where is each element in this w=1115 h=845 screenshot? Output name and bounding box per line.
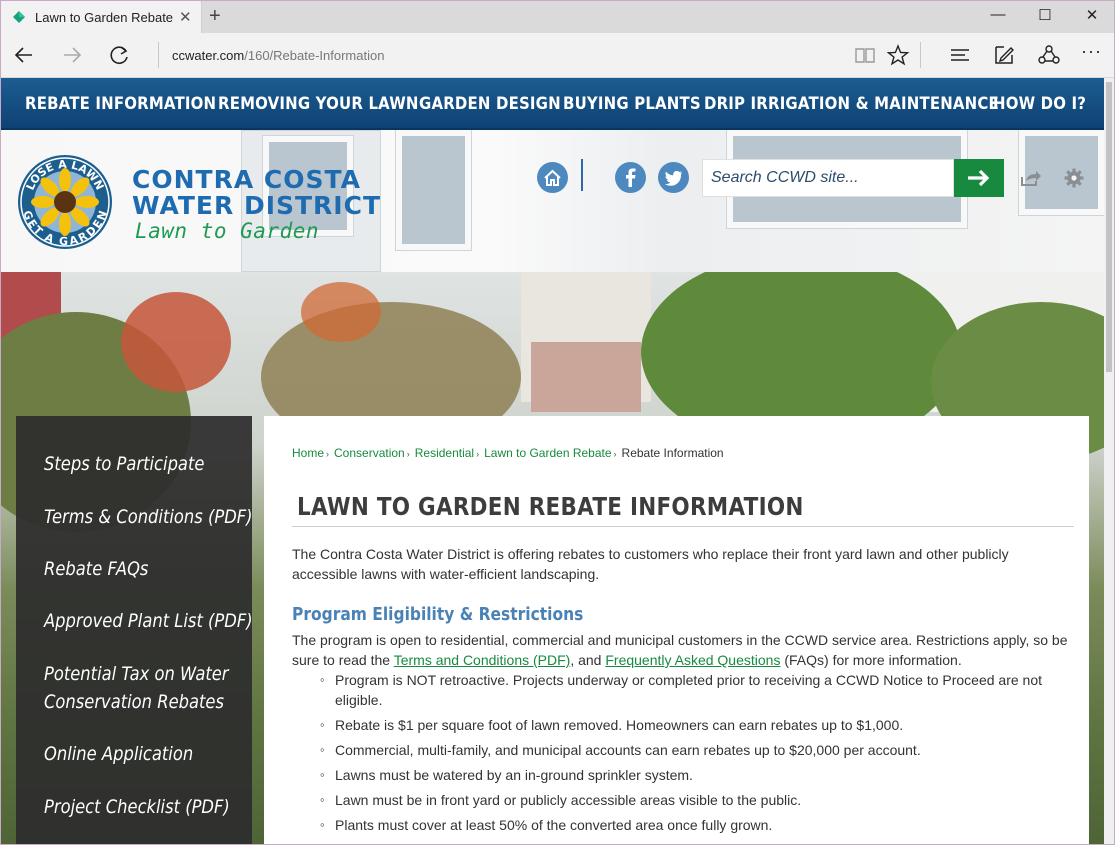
list-item: Commercial, multi-family, and municipal … bbox=[320, 740, 1080, 760]
sidebar-menu: Steps to Participate Terms & Conditions … bbox=[16, 416, 253, 844]
list-item: Lawns must be watered by an in-ground sp… bbox=[320, 765, 1080, 785]
address-bar: ccwater.com/160/Rebate-Information ··· bbox=[1, 33, 1114, 78]
sidebar-item-application[interactable]: Online Application bbox=[44, 740, 193, 768]
top-navigation: REBATE INFORMATION REMOVING YOUR LAWN GA… bbox=[1, 78, 1104, 130]
nav-drip-irrigation[interactable]: DRIP IRRIGATION & MAINTENANCE bbox=[704, 94, 999, 114]
maximize-icon[interactable]: ☐ bbox=[1035, 6, 1055, 26]
close-window-icon[interactable]: ✕ bbox=[1082, 6, 1102, 26]
tab-title: Lawn to Garden Rebate bbox=[35, 10, 174, 25]
header-divider bbox=[581, 159, 583, 191]
nav-garden-design[interactable]: GARDEN DESIGN bbox=[419, 94, 561, 114]
nav-rebate-information[interactable]: REBATE INFORMATION bbox=[25, 94, 216, 114]
arrow-right-icon bbox=[968, 169, 990, 187]
lose-a-lawn-logo: LOSE A LAWN GET A GARDEN bbox=[18, 155, 112, 249]
search-submit-button[interactable] bbox=[954, 159, 1004, 197]
sidebar-item-faqs[interactable]: Rebate FAQs bbox=[44, 555, 148, 583]
favicon-icon bbox=[13, 11, 25, 23]
breadcrumb-current: Rebate Information bbox=[621, 446, 724, 460]
forward-icon[interactable] bbox=[59, 43, 85, 67]
breadcrumb-separator: › bbox=[613, 449, 617, 459]
site-search-box bbox=[702, 159, 954, 197]
url-field[interactable]: ccwater.com/160/Rebate-Information bbox=[172, 48, 384, 63]
breadcrumb-conservation[interactable]: Conservation bbox=[334, 446, 405, 460]
close-tab-icon[interactable]: ✕ bbox=[179, 8, 192, 26]
title-divider bbox=[292, 526, 1074, 527]
breadcrumb-separator: › bbox=[406, 449, 410, 459]
more-icon[interactable]: ··· bbox=[1081, 41, 1105, 63]
home-icon[interactable] bbox=[537, 162, 568, 193]
browser-window: Lawn to Garden Rebate ✕ + — ☐ ✕ ccwater.… bbox=[0, 0, 1115, 845]
breadcrumb-home[interactable]: Home bbox=[292, 446, 324, 460]
faq-link[interactable]: Frequently Asked Questions bbox=[605, 652, 780, 668]
favorite-star-icon[interactable] bbox=[886, 44, 910, 66]
org-name-line2: WATER DISTRICT bbox=[132, 191, 382, 220]
back-icon[interactable] bbox=[11, 43, 37, 67]
eligibility-text: , and bbox=[570, 652, 606, 668]
new-tab-icon[interactable]: + bbox=[209, 5, 221, 28]
site-search-input[interactable] bbox=[711, 160, 951, 196]
terms-conditions-link[interactable]: Terms and Conditions (PDF) bbox=[394, 652, 571, 668]
gear-icon[interactable] bbox=[1064, 168, 1084, 188]
web-page: REBATE INFORMATION REMOVING YOUR LAWN GA… bbox=[1, 78, 1104, 844]
nav-removing-your-lawn[interactable]: REMOVING YOUR LAWN bbox=[218, 94, 419, 114]
photo-flowers bbox=[121, 292, 231, 392]
breadcrumb-separator: › bbox=[476, 449, 480, 459]
list-item: Program is NOT retroactive. Projects und… bbox=[320, 670, 1080, 710]
intro-paragraph: The Contra Costa Water District is offer… bbox=[292, 546, 1009, 582]
eligibility-paragraph: The program is open to residential, comm… bbox=[292, 630, 1074, 670]
list-item: Plants must cover at least 50% of the co… bbox=[320, 815, 1080, 835]
page-title: LAWN TO GARDEN REBATE INFORMATION bbox=[297, 492, 804, 521]
main-content: Home › Conservation › Residential › Lawn to Ga… bbox=[264, 416, 1089, 844]
site-header: LOSE A LAWN GET A GARDEN CONTRA COSTA WA… bbox=[1, 130, 1104, 272]
section-heading: Program Eligibility & Restrictions bbox=[292, 604, 584, 625]
reading-view-icon[interactable] bbox=[853, 44, 877, 66]
hub-icon[interactable] bbox=[948, 44, 972, 66]
list-item: Rebate is $1 per square foot of lawn rem… bbox=[320, 715, 1080, 735]
sidebar-item-steps[interactable]: Steps to Participate bbox=[44, 450, 204, 478]
photo-steps bbox=[531, 342, 641, 412]
org-name-line1: CONTRA COSTA bbox=[132, 165, 361, 194]
page-scrollbar[interactable] bbox=[1104, 78, 1114, 844]
minimize-icon[interactable]: — bbox=[988, 6, 1008, 26]
refresh-icon[interactable] bbox=[107, 43, 133, 67]
sidebar-item-terms[interactable]: Terms & Conditions (PDF) bbox=[44, 503, 253, 531]
sidebar-item-tax-line2[interactable]: Conservation Rebates bbox=[44, 688, 224, 716]
share-icon[interactable] bbox=[1020, 168, 1042, 188]
url-host: ccwater.com bbox=[172, 48, 245, 63]
list-item: Lawn must be in front yard or publicly a… bbox=[320, 790, 1080, 810]
breadcrumb-residential[interactable]: Residential bbox=[415, 446, 474, 460]
sidebar-item-tax-line1[interactable]: Potential Tax on Water bbox=[44, 660, 229, 688]
nav-buying-plants[interactable]: BUYING PLANTS bbox=[563, 94, 701, 114]
breadcrumb-lawn-to-garden[interactable]: Lawn to Garden Rebate bbox=[484, 446, 611, 460]
scrollbar-thumb[interactable] bbox=[1106, 82, 1112, 372]
eligibility-text: (FAQs) for more information. bbox=[780, 652, 962, 668]
breadcrumb: Home › Conservation › Residential › Lawn to Ga… bbox=[292, 446, 724, 460]
tab-bar: Lawn to Garden Rebate ✕ + — ☐ ✕ bbox=[1, 1, 1114, 33]
web-note-icon[interactable] bbox=[992, 44, 1016, 66]
breadcrumb-separator: › bbox=[326, 449, 330, 459]
eligibility-list: Program is NOT retroactive. Projects und… bbox=[320, 670, 1080, 840]
sidebar-item-plant-list[interactable]: Approved Plant List (PDF) bbox=[44, 607, 253, 635]
url-divider bbox=[158, 42, 159, 68]
photo-flowers bbox=[301, 282, 381, 342]
sidebar-item-checklist[interactable]: Project Checklist (PDF) bbox=[44, 793, 230, 821]
toolbar-divider bbox=[920, 42, 921, 68]
url-path: /160/Rebate-Information bbox=[244, 48, 385, 63]
share-browser-icon[interactable] bbox=[1037, 44, 1061, 66]
header-bg-window bbox=[396, 130, 471, 250]
browser-tab[interactable]: Lawn to Garden Rebate ✕ bbox=[1, 1, 202, 33]
twitter-icon[interactable] bbox=[658, 162, 689, 193]
nav-how-do-i[interactable]: HOW DO I? bbox=[993, 94, 1086, 114]
program-tagline: Lawn to Garden bbox=[135, 219, 320, 243]
facebook-icon[interactable] bbox=[615, 162, 646, 193]
